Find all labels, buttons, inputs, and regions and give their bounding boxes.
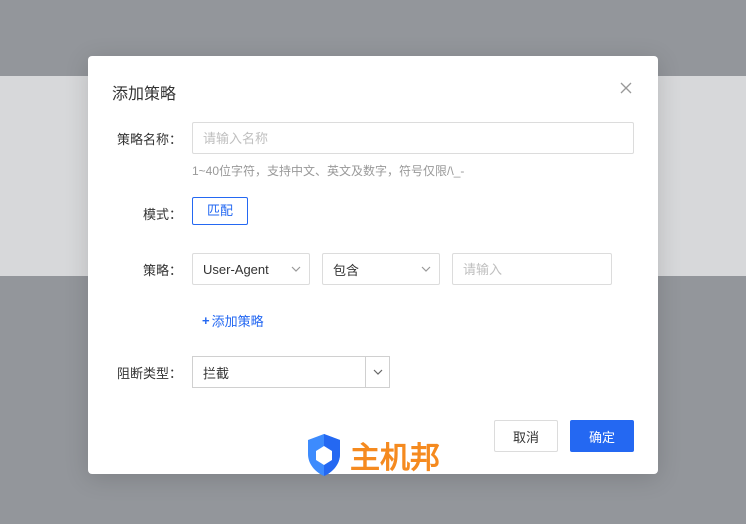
chevron-down-icon <box>365 357 389 387</box>
policy-field-value: User-Agent <box>203 262 269 277</box>
add-policy-label: 添加策略 <box>212 311 264 330</box>
row-policy: 策略： User-Agent 包含 <box>112 253 634 330</box>
modal-footer: 取消 确定 <box>494 420 634 452</box>
policy-name-input[interactable] <box>192 122 634 154</box>
add-policy-modal: 添加策略 策略名称： 1~40位字符，支持中文、英文及数字，符号仅限/\_- 模… <box>88 56 658 474</box>
confirm-button[interactable]: 确定 <box>570 420 634 452</box>
mode-match-tag[interactable]: 匹配 <box>192 197 248 225</box>
policy-field-select[interactable]: User-Agent <box>192 253 310 285</box>
policy-name-hint: 1~40位字符，支持中文、英文及数字，符号仅限/\_- <box>192 162 634 179</box>
modal-header: 添加策略 <box>88 56 658 104</box>
block-type-select[interactable]: 拦截 <box>192 356 390 388</box>
label-mode: 模式： <box>112 197 192 223</box>
add-policy-link[interactable]: + 添加策略 <box>202 311 264 330</box>
policy-condition-group: User-Agent 包含 <box>192 253 634 285</box>
block-type-value: 拦截 <box>193 363 365 382</box>
close-icon <box>620 81 632 99</box>
chevron-down-icon <box>291 264 301 274</box>
close-button[interactable] <box>618 82 634 98</box>
label-policy-name: 策略名称： <box>112 122 192 148</box>
chevron-down-icon <box>421 264 431 274</box>
policy-operator-select[interactable]: 包含 <box>322 253 440 285</box>
policy-value-input[interactable] <box>452 253 612 285</box>
row-block-type: 阻断类型： 拦截 <box>112 356 634 388</box>
modal-body: 策略名称： 1~40位字符，支持中文、英文及数字，符号仅限/\_- 模式： 匹配… <box>88 104 658 388</box>
policy-operator-value: 包含 <box>333 260 359 279</box>
row-mode: 模式： 匹配 <box>112 197 634 225</box>
plus-icon: + <box>202 313 210 328</box>
cancel-button[interactable]: 取消 <box>494 420 558 452</box>
label-policy: 策略： <box>112 253 192 279</box>
row-policy-name: 策略名称： 1~40位字符，支持中文、英文及数字，符号仅限/\_- <box>112 122 634 179</box>
label-block-type: 阻断类型： <box>112 356 192 382</box>
modal-title: 添加策略 <box>112 80 176 104</box>
